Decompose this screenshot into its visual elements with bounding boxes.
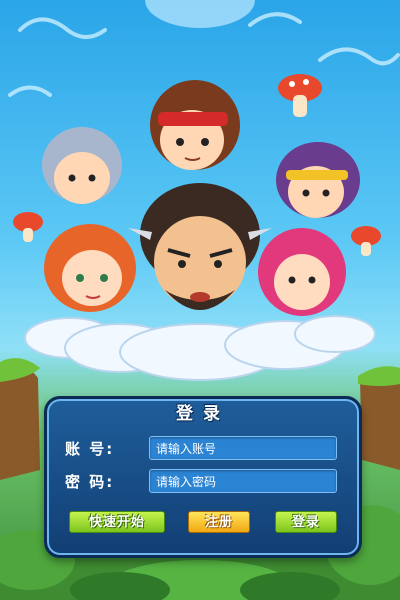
password-input[interactable]: 请输入密码 [149, 469, 337, 493]
login-button[interactable]: 登录 [275, 511, 337, 533]
left-cliff [0, 358, 40, 480]
password-label: 密 码: [65, 473, 115, 491]
sun-glow [145, 0, 255, 28]
login-panel: 登录 账 号: 请输入账号 密 码: 请输入密码 快速开始 注册 登录 [44, 396, 362, 558]
password-row: 密 码: 请输入密码 [47, 469, 359, 495]
cloud-bank [24, 315, 376, 381]
login-panel-title: 登录 [176, 404, 230, 424]
account-row: 账 号: 请输入账号 [47, 436, 359, 462]
account-input[interactable]: 请输入账号 [149, 436, 337, 460]
register-button[interactable]: 注册 [188, 511, 250, 533]
mushroom-icon [278, 74, 322, 117]
right-cliff [358, 366, 400, 470]
account-label: 账 号: [65, 440, 115, 458]
mushroom-icon [13, 212, 43, 242]
hero-characters-art [13, 74, 381, 316]
mushroom-icon [351, 226, 381, 256]
quick-start-button[interactable]: 快速开始 [69, 511, 165, 533]
